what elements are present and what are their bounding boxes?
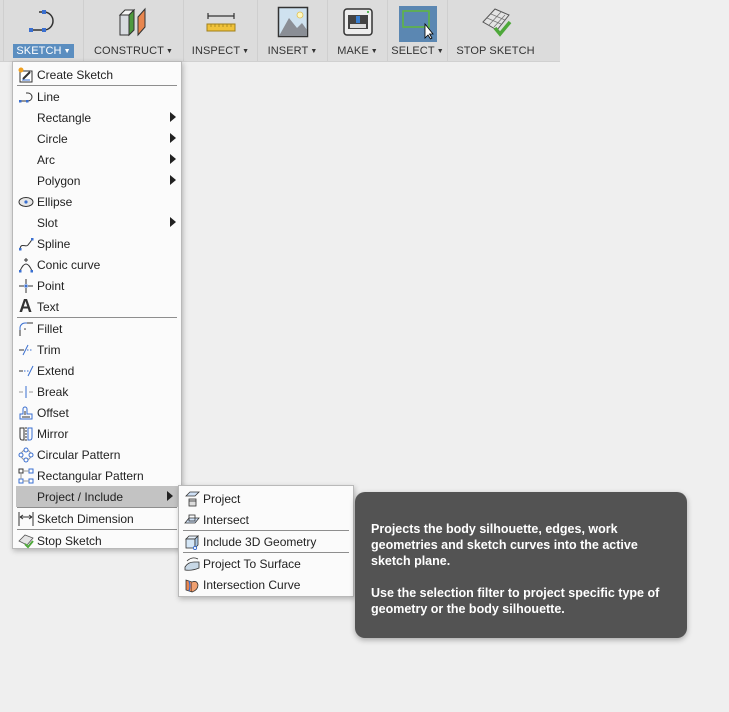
submenu-item-project-to-surface[interactable]: Project To Surface	[179, 553, 353, 574]
stop-sketch-icon	[17, 533, 34, 549]
measure-ruler-icon	[204, 0, 238, 44]
select-window-icon[interactable]	[398, 6, 437, 42]
circular-pattern-icon	[17, 447, 34, 463]
chevron-down-icon: ▼	[370, 48, 378, 55]
insert-group[interactable]: INSERT ▼	[258, 0, 328, 61]
tooltip-description: Projects the body silhouette, edges, wor…	[371, 522, 638, 568]
menu-item-mirror[interactable]: Mirror	[13, 423, 181, 444]
menu-item-slot[interactable]: Slot	[13, 212, 181, 233]
fillet-icon	[17, 321, 34, 337]
menu-item-polygon[interactable]: Polygon	[13, 170, 181, 191]
construct-menu-button[interactable]: CONSTRUCT	[94, 45, 164, 57]
point-icon	[17, 278, 34, 294]
project-to-surface-icon	[183, 556, 200, 572]
construct-group[interactable]: CONSTRUCT ▼	[84, 0, 184, 61]
menu-item-fillet[interactable]: Fillet	[13, 318, 181, 339]
select-menu-button[interactable]: SELECT	[391, 45, 434, 57]
menu-item-create-sketch[interactable]: Create Sketch	[13, 64, 181, 85]
menu-item-rectangular-pattern[interactable]: Rectangular Pattern	[13, 465, 181, 486]
insert-menu-button[interactable]: INSERT	[268, 45, 309, 57]
menu-item-extend[interactable]: Extend	[13, 360, 181, 381]
create-sketch-icon	[17, 67, 34, 83]
submenu-arrow-icon	[170, 175, 176, 185]
menu-item-break[interactable]: Break	[13, 381, 181, 402]
menu-item-circular-pattern[interactable]: Circular Pattern	[13, 444, 181, 465]
submenu-arrow-icon	[170, 133, 176, 143]
trim-icon	[17, 342, 34, 358]
menu-item-point[interactable]: Point	[13, 275, 181, 296]
break-icon	[17, 384, 34, 400]
menu-item-trim[interactable]: Trim	[13, 339, 181, 360]
extend-icon	[17, 363, 34, 379]
make-menu-button[interactable]: MAKE	[337, 45, 369, 57]
toolbar: SKETCH ▼ CONSTRUCT ▼ INSPECT ▼ INSERT ▼ …	[0, 0, 560, 62]
submenu-item-include-3d-geometry[interactable]: Include 3D Geometry	[179, 531, 353, 552]
menu-item-offset[interactable]: Offset	[13, 402, 181, 423]
chevron-down-icon: ▼	[242, 48, 250, 55]
chevron-down-icon: ▼	[310, 48, 318, 55]
submenu-item-intersection-curve[interactable]: Intersection Curve	[179, 574, 353, 595]
sketch-menu-button[interactable]: SKETCH ▼	[13, 44, 74, 58]
submenu-arrow-icon	[170, 217, 176, 227]
construct-plane-icon	[117, 0, 151, 44]
text-icon: A	[19, 296, 32, 316]
menu-item-spline[interactable]: Spline	[13, 233, 181, 254]
menu-item-project-include[interactable]: Project / Include	[16, 486, 178, 507]
menu-item-stop-sketch[interactable]: Stop Sketch	[13, 530, 181, 551]
make-group[interactable]: MAKE ▼	[328, 0, 388, 61]
project-include-submenu: Project Intersect Include 3D Geometry Pr…	[178, 485, 354, 597]
stop-sketch-group[interactable]: STOP SKETCH	[448, 0, 543, 61]
conic-curve-icon	[17, 257, 34, 273]
project-tooltip: Projects the body silhouette, edges, wor…	[355, 492, 687, 638]
include-3d-geometry-icon	[183, 534, 200, 550]
sketch-line-icon	[27, 0, 61, 44]
chevron-down-icon: ▼	[165, 48, 173, 55]
sketch-dimension-icon	[17, 511, 34, 527]
line-icon	[17, 89, 34, 105]
chevron-down-icon: ▼	[63, 48, 71, 55]
spline-icon	[17, 236, 34, 252]
menu-item-arc[interactable]: Arc	[13, 149, 181, 170]
menu-item-rectangle[interactable]: Rectangle	[13, 107, 181, 128]
stop-sketch-button[interactable]: STOP SKETCH	[453, 44, 537, 58]
3d-printer-icon	[342, 0, 374, 44]
menu-item-conic-curve[interactable]: Conic curve	[13, 254, 181, 275]
submenu-arrow-icon	[170, 154, 176, 164]
rectangular-pattern-icon	[17, 468, 34, 484]
menu-item-text[interactable]: A Text	[13, 296, 181, 317]
submenu-item-intersect[interactable]: Intersect	[179, 509, 353, 530]
submenu-arrow-icon	[167, 491, 173, 501]
insert-image-icon	[277, 0, 309, 44]
mirror-icon	[17, 426, 34, 442]
intersection-curve-icon	[183, 577, 200, 593]
stop-sketch-check-icon	[479, 0, 513, 44]
intersect-icon	[183, 512, 200, 528]
inspect-group[interactable]: INSPECT ▼	[184, 0, 258, 61]
sketch-group[interactable]: SKETCH ▼	[4, 0, 84, 61]
menu-item-line[interactable]: Line	[13, 86, 181, 107]
submenu-item-project[interactable]: Project	[179, 488, 353, 509]
menu-item-ellipse[interactable]: Ellipse	[13, 191, 181, 212]
select-group[interactable]: SELECT ▼	[388, 0, 448, 61]
ellipse-icon	[17, 194, 34, 210]
sketch-dropdown-menu: Create Sketch Line Rectangle Circle Arc …	[12, 61, 182, 549]
chevron-down-icon: ▼	[436, 48, 444, 55]
tooltip-hint: Use the selection filter to project spec…	[371, 586, 660, 616]
offset-icon	[17, 405, 34, 421]
menu-item-sketch-dimension[interactable]: Sketch Dimension	[13, 508, 181, 529]
menu-item-circle[interactable]: Circle	[13, 128, 181, 149]
inspect-menu-button[interactable]: INSPECT	[192, 45, 240, 57]
submenu-arrow-icon	[170, 112, 176, 122]
project-icon	[183, 491, 200, 507]
